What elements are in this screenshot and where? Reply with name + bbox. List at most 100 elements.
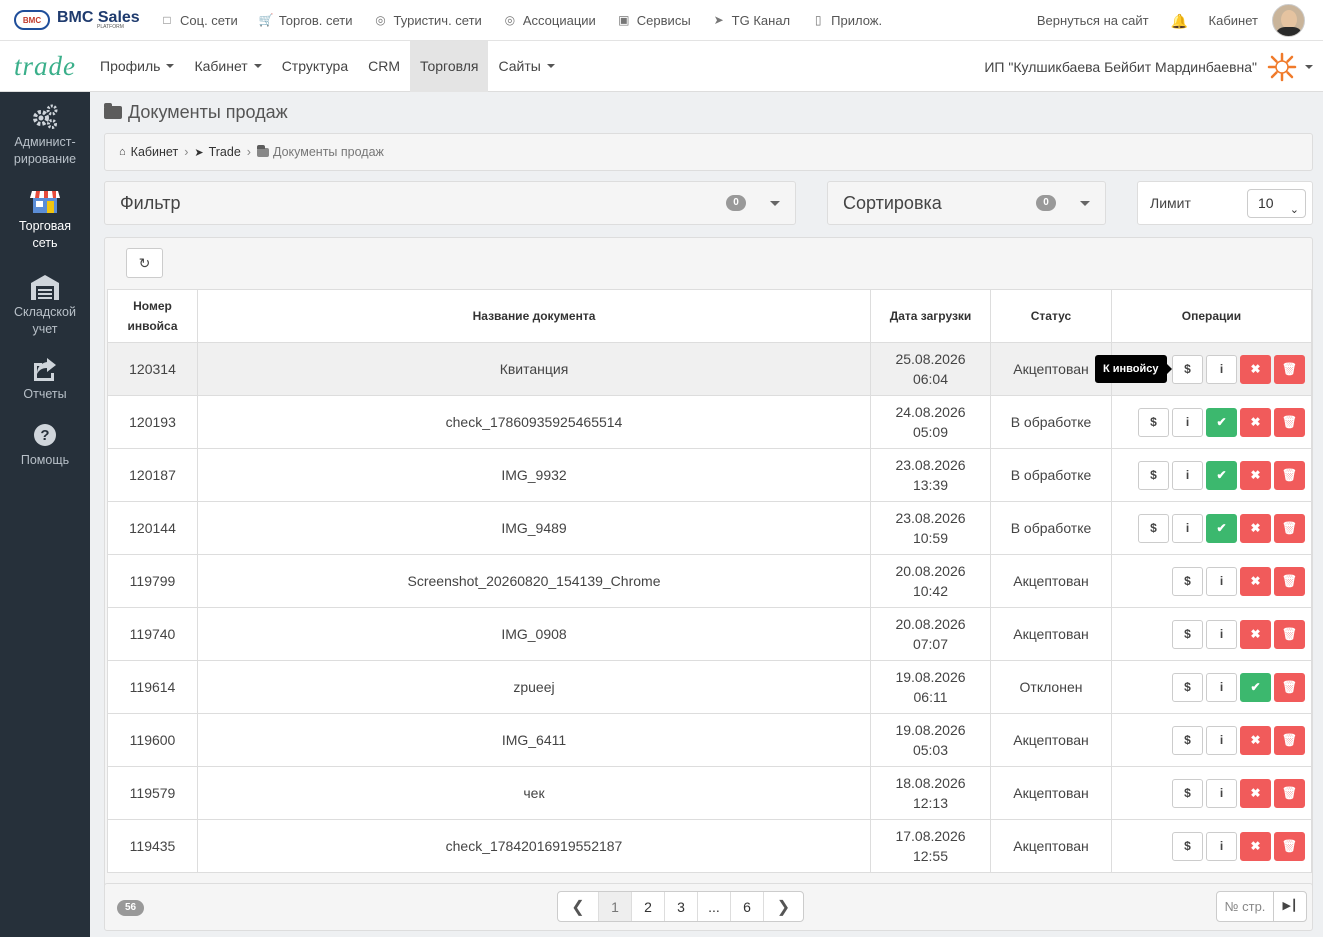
to-invoice-button[interactable]: $ xyxy=(1172,672,1203,702)
reject-button[interactable]: ✖ xyxy=(1240,831,1271,861)
upload-time: 05:03 xyxy=(912,742,949,758)
delete-button[interactable]: 🗑 xyxy=(1274,672,1305,702)
top-link-4[interactable]: ▣ Сервисы xyxy=(617,13,691,28)
page-button[interactable]: 3 xyxy=(664,892,697,921)
breadcrumb-cabinet[interactable]: Кабинет xyxy=(131,145,179,159)
avatar[interactable] xyxy=(1272,4,1305,37)
info-icon: i xyxy=(1219,732,1224,747)
sidebar-item-administration[interactable]: Админист- рирование xyxy=(0,102,90,168)
page-button[interactable]: 1 xyxy=(598,892,631,921)
nav-item-4[interactable]: Торговля xyxy=(410,40,489,92)
sort-panel[interactable]: Сортировка 0 xyxy=(827,181,1106,225)
to-invoice-button[interactable]: $ xyxy=(1138,460,1169,490)
trash-icon: 🗑 xyxy=(1281,573,1298,588)
page-number-input[interactable]: № стр. xyxy=(1217,892,1274,921)
org-dropdown-caret-icon[interactable] xyxy=(1305,64,1313,69)
delete-button[interactable]: 🗑 xyxy=(1274,566,1305,596)
page-button[interactable]: 2 xyxy=(631,892,664,921)
top-link-6[interactable]: ▯ Прилож. xyxy=(811,13,882,28)
filter-count-badge: 0 xyxy=(726,195,746,211)
to-invoice-button[interactable]: $ xyxy=(1172,619,1203,649)
delete-button[interactable]: 🗑 xyxy=(1274,831,1305,861)
total-count-badge: 56 xyxy=(117,900,144,916)
info-button[interactable]: i xyxy=(1172,407,1203,437)
info-button[interactable]: i xyxy=(1206,354,1237,384)
info-button[interactable]: i xyxy=(1206,566,1237,596)
reject-button[interactable]: ✖ xyxy=(1240,566,1271,596)
next-page-button[interactable]: ❯ xyxy=(763,892,803,921)
close-icon: ✖ xyxy=(1250,573,1261,588)
filter-label: Фильтр xyxy=(120,192,181,213)
nav-item-3[interactable]: CRM xyxy=(358,41,410,92)
nav-item-1[interactable]: Кабинет xyxy=(184,41,271,92)
reject-button[interactable]: ✖ xyxy=(1240,460,1271,490)
cabinet-link[interactable]: Кабинет xyxy=(1209,13,1258,28)
top-link-0[interactable]: □ Соц. сети xyxy=(160,13,237,28)
org-name[interactable]: ИП "Кулшикбаева Бейбит Мардинбаевна" xyxy=(984,59,1257,75)
page-button[interactable]: ... xyxy=(697,892,730,921)
sidebar-item-reports[interactable]: Отчеты xyxy=(0,354,90,403)
reject-button[interactable]: ✖ xyxy=(1240,725,1271,755)
accept-button[interactable]: ✔ xyxy=(1206,460,1237,490)
top-link-1[interactable]: 🛒 Торгов. сети xyxy=(259,13,353,28)
delete-button[interactable]: 🗑 xyxy=(1274,354,1305,384)
reject-button[interactable]: ✖ xyxy=(1240,513,1271,543)
to-invoice-button[interactable]: $ xyxy=(1172,566,1203,596)
back-to-site-link[interactable]: Вернуться на сайт xyxy=(1037,13,1149,28)
bell-icon[interactable]: 🔔 xyxy=(1171,13,1188,29)
nav-item-2[interactable]: Структура xyxy=(272,41,358,92)
accept-button[interactable]: ✔ xyxy=(1206,513,1237,543)
chevron-down-icon xyxy=(770,201,780,206)
breadcrumb-trade[interactable]: Trade xyxy=(209,145,241,159)
check-icon: ✔ xyxy=(1250,679,1261,694)
top-link-2[interactable]: ◎ Туристич. сети xyxy=(374,13,482,28)
to-invoice-button[interactable]: $ xyxy=(1138,513,1169,543)
sidebar-item-warehouse[interactable]: Складской учет xyxy=(0,272,90,338)
delete-button[interactable]: 🗑 xyxy=(1274,778,1305,808)
refresh-button[interactable]: ↻ xyxy=(126,248,163,278)
delete-button[interactable]: 🗑 xyxy=(1274,513,1305,543)
to-invoice-button[interactable]: $ xyxy=(1172,725,1203,755)
reject-button[interactable]: ✖ xyxy=(1240,778,1271,808)
table-row: 119600 IMG_6411 19.08.2026 05:03 Акцептован $… xyxy=(107,713,1312,767)
filter-panel[interactable]: Фильтр 0 xyxy=(104,181,796,225)
org-logo-icon[interactable] xyxy=(1267,52,1297,82)
delete-button[interactable]: 🗑 xyxy=(1274,725,1305,755)
sidebar-item-trade-network[interactable]: Торговая сеть xyxy=(0,186,90,252)
info-button[interactable]: i xyxy=(1206,672,1237,702)
bmc-logo[interactable]: BMC BMC Sales PLATFORM xyxy=(0,10,160,30)
top-link-3[interactable]: ◎ Ассоциации xyxy=(503,13,596,28)
info-button[interactable]: i xyxy=(1206,619,1237,649)
to-invoice-button[interactable]: $ xyxy=(1138,407,1169,437)
to-invoice-button[interactable]: $ xyxy=(1172,831,1203,861)
limit-select[interactable]: 10 ⌄ xyxy=(1247,189,1306,218)
send-icon: ➤ xyxy=(713,13,724,27)
delete-button[interactable]: 🗑 xyxy=(1274,407,1305,437)
info-button[interactable]: i xyxy=(1172,460,1203,490)
page-button[interactable]: 6 xyxy=(730,892,763,921)
prev-page-button[interactable]: ❮ xyxy=(558,892,598,921)
invoice-number-cell: 119579 xyxy=(107,766,198,820)
info-button[interactable]: i xyxy=(1172,513,1203,543)
accept-button[interactable]: ✔ xyxy=(1206,407,1237,437)
info-icon: i xyxy=(1185,520,1190,535)
brand-logo[interactable]: trade xyxy=(0,51,90,82)
reject-button[interactable]: ✖ xyxy=(1240,354,1271,384)
to-invoice-button[interactable]: $ xyxy=(1172,354,1203,384)
briefcase-icon: ▣ xyxy=(618,13,630,27)
info-button[interactable]: i xyxy=(1206,725,1237,755)
reject-button[interactable]: ✖ xyxy=(1240,407,1271,437)
nav-item-5[interactable]: Сайты xyxy=(488,41,564,92)
info-button[interactable]: i xyxy=(1206,831,1237,861)
reject-button[interactable]: ✖ xyxy=(1240,619,1271,649)
accept-button[interactable]: ✔ xyxy=(1240,672,1271,702)
to-invoice-button[interactable]: $ xyxy=(1172,778,1203,808)
sidebar-item-help[interactable]: ? Помощь xyxy=(0,420,90,469)
top-link-5[interactable]: ➤ TG Канал xyxy=(712,13,791,28)
delete-button[interactable]: 🗑 xyxy=(1274,460,1305,490)
goto-page-button[interactable]: ▶┃ xyxy=(1274,892,1306,921)
delete-button[interactable]: 🗑 xyxy=(1274,619,1305,649)
invoice-number-cell: 120144 xyxy=(107,501,198,555)
info-button[interactable]: i xyxy=(1206,778,1237,808)
nav-item-0[interactable]: Профиль xyxy=(90,41,184,92)
